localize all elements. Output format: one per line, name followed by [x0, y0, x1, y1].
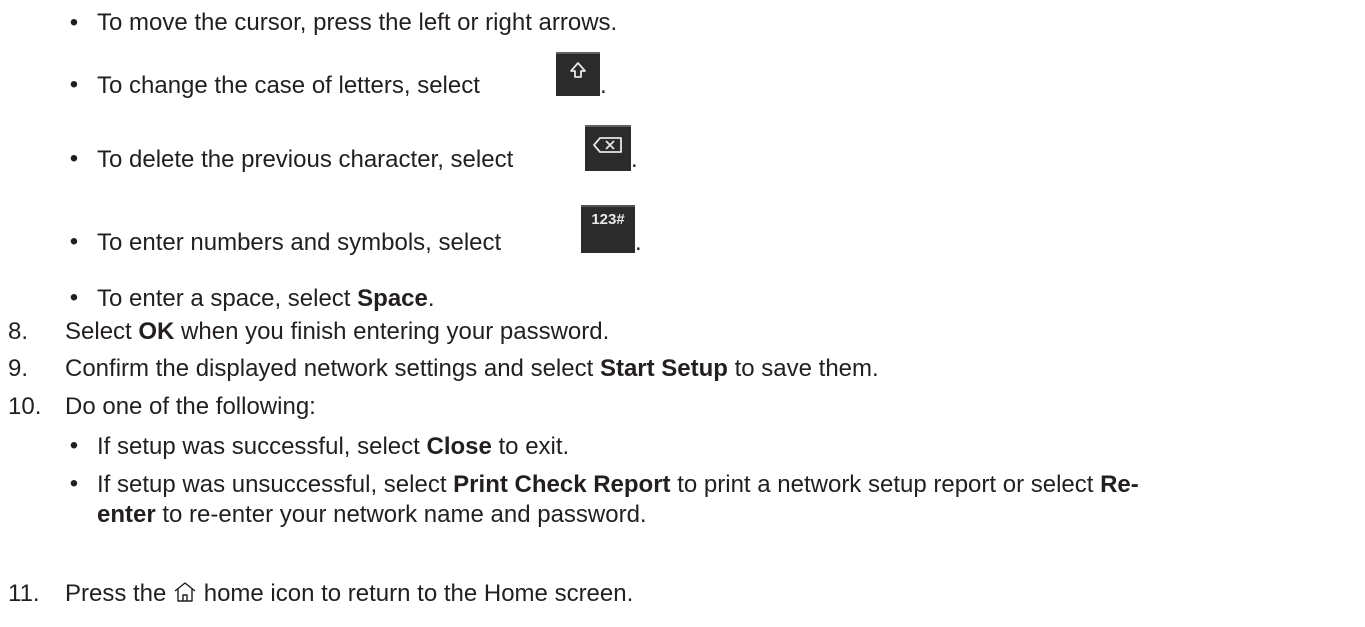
- text-prefix: If setup was successful, select: [97, 433, 427, 460]
- text-suffix: when you finish entering your password.: [174, 318, 610, 345]
- period: .: [635, 229, 642, 256]
- period: .: [600, 72, 607, 99]
- step-number: 9.: [8, 355, 29, 382]
- numbers-symbols-icon: 123#: [581, 205, 635, 253]
- bullet-text: If setup was successful, select Close to…: [97, 432, 569, 462]
- text-suffix: to exit.: [491, 433, 570, 460]
- space-term: Space: [357, 285, 428, 312]
- ok-term: OK: [138, 318, 175, 345]
- close-term: Close: [426, 433, 492, 460]
- numbers-symbols-label: 123#: [591, 211, 625, 228]
- step-number: 11.: [8, 580, 40, 607]
- bullet-dot: •: [69, 470, 79, 497]
- step-number: 10.: [8, 393, 42, 420]
- bullet-dot: •: [69, 145, 79, 172]
- text-prefix: Confirm the displayed network settings a…: [65, 355, 600, 382]
- step-text: Select OK when you finish entering your …: [65, 317, 609, 347]
- text-prefix: Press the: [65, 580, 174, 607]
- bullet-text: To enter numbers and symbols, select: [97, 229, 502, 256]
- bullet-text: To change the case of letters, select: [97, 72, 480, 99]
- bullet-dot: •: [69, 432, 79, 459]
- text-prefix: Select: [65, 318, 139, 345]
- bullet-dot: •: [69, 71, 79, 98]
- home-icon: [173, 580, 197, 604]
- bullet-dot: •: [69, 284, 79, 311]
- text-suffix: home icon to return to the Home screen.: [197, 580, 634, 607]
- step-text: Confirm the displayed network settings a…: [65, 354, 879, 384]
- bullet-dot: •: [69, 228, 79, 255]
- text-prefix: To enter a space, select: [97, 285, 358, 312]
- shift-arrow-icon: [556, 52, 600, 96]
- bullet-dot: •: [69, 9, 79, 36]
- step-text: Press the home icon to return to the Hom…: [65, 579, 633, 609]
- bullet-text: To enter a space, select Space.: [97, 284, 435, 314]
- backspace-icon: [585, 125, 631, 171]
- period: .: [631, 146, 638, 173]
- text-middle: to print a network setup report or selec…: [670, 471, 1101, 498]
- re-enter-term-end: enter: [97, 501, 156, 528]
- text-prefix: If setup was unsuccessful, select: [97, 471, 454, 498]
- step-number: 8.: [8, 318, 29, 345]
- text-suffix: to save them.: [727, 355, 879, 382]
- print-check-report-term: Print Check Report: [453, 471, 671, 498]
- start-setup-term: Start Setup: [599, 355, 728, 382]
- bullet-text: To delete the previous character, select: [97, 146, 514, 173]
- bullet-text-line-2: enter to re-enter your network name and …: [97, 500, 647, 530]
- bullet-text: To move the cursor, press the left or ri…: [97, 9, 618, 36]
- bullet-text-line-1: If setup was unsuccessful, select Print …: [97, 470, 1139, 500]
- period: .: [427, 285, 435, 312]
- text-suffix: to re-enter your network name and passwo…: [155, 501, 647, 528]
- re-enter-term-start: Re-: [1100, 471, 1139, 498]
- step-text: Do one of the following:: [65, 393, 316, 420]
